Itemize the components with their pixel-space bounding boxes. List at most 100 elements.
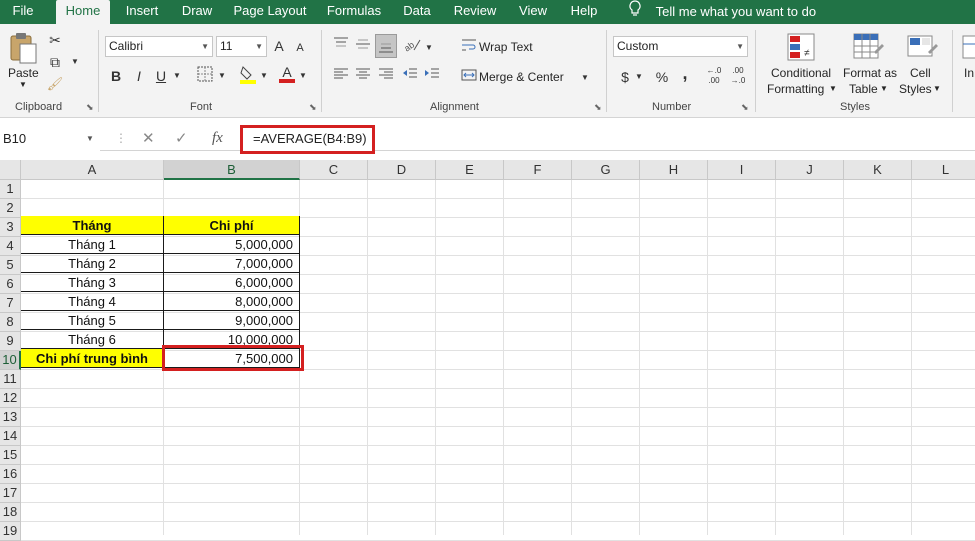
number-launcher-icon[interactable]: ⬊ — [741, 102, 749, 113]
row-header-13[interactable]: 13 — [0, 408, 21, 427]
row-header-8[interactable]: 8 — [0, 313, 21, 332]
underline-button[interactable]: U — [153, 66, 169, 86]
paste-icon[interactable] — [8, 32, 38, 69]
italic-button[interactable]: I — [131, 66, 147, 86]
cell-styles-button-line2[interactable]: Styles — [899, 82, 932, 96]
conditional-formatting-button-line2[interactable]: Formatting — [767, 82, 824, 96]
tab-view[interactable]: View — [516, 0, 550, 24]
tab-data[interactable]: Data — [400, 0, 434, 24]
tell-me-search[interactable]: Tell me what you want to do — [624, 0, 816, 24]
row-header-2[interactable]: 2 — [0, 199, 21, 218]
orientation-icon[interactable]: ab — [402, 36, 423, 56]
conditional-formatting-button[interactable]: Conditional — [771, 66, 831, 80]
wrap-text-button[interactable]: Wrap Text — [479, 40, 533, 54]
format-painter-icon[interactable]: 🖌 — [46, 74, 64, 94]
merge-center-button[interactable]: Merge & Center — [479, 70, 564, 84]
merge-center-icon[interactable] — [460, 67, 478, 87]
comma-button[interactable]: , — [678, 63, 692, 83]
font-color-chevron-icon[interactable]: ▼ — [298, 66, 308, 86]
row-header-1[interactable]: 1 — [0, 180, 21, 199]
paste-chevron-icon[interactable]: ▼ — [19, 80, 27, 89]
cut-icon[interactable]: ✂ — [46, 30, 64, 50]
row-header-17[interactable]: 17 — [0, 484, 21, 503]
column-header-g[interactable]: G — [572, 160, 640, 180]
align-middle-icon[interactable] — [354, 36, 372, 56]
copy-chevron-icon[interactable]: ▼ — [70, 52, 80, 72]
cell-a5[interactable]: Tháng 2 — [21, 254, 164, 273]
borders-icon[interactable] — [195, 66, 215, 86]
row-header-3[interactable]: 3 — [0, 218, 21, 237]
column-header-i[interactable]: I — [708, 160, 776, 180]
copy-icon[interactable]: ⧉ — [46, 52, 64, 72]
row-header-9[interactable]: 9 — [0, 332, 21, 351]
row-header-15[interactable]: 15 — [0, 446, 21, 465]
clipboard-launcher-icon[interactable]: ⬊ — [86, 102, 94, 113]
formula-input[interactable]: =AVERAGE(B4:B9) — [240, 125, 375, 154]
format-as-table-chevron-icon[interactable]: ▼ — [880, 84, 888, 93]
format-as-table-button[interactable]: Format as — [843, 66, 897, 80]
percent-button[interactable]: % — [654, 67, 670, 87]
row-header-19[interactable]: 19 — [0, 522, 21, 541]
row-header-7[interactable]: 7 — [0, 294, 21, 313]
column-header-h[interactable]: H — [640, 160, 708, 180]
cell-a7[interactable]: Tháng 4 — [21, 292, 164, 311]
cancel-icon[interactable]: ✕ — [142, 127, 155, 150]
column-header-j[interactable]: J — [776, 160, 844, 180]
decrease-decimal-button[interactable]: .00 →.0 — [728, 66, 748, 86]
number-format-combo[interactable]: Custom ▼ — [613, 36, 748, 57]
paste-button-label[interactable]: Paste — [8, 66, 39, 80]
currency-button[interactable]: $ — [618, 67, 632, 87]
cell-b5[interactable]: 7,000,000 — [164, 254, 300, 273]
alignment-launcher-icon[interactable]: ⬊ — [594, 102, 602, 113]
orientation-chevron-icon[interactable]: ▼ — [424, 38, 434, 58]
font-launcher-icon[interactable]: ⬊ — [309, 102, 317, 113]
increase-indent-icon[interactable] — [423, 66, 441, 86]
column-header-e[interactable]: E — [436, 160, 504, 180]
column-header-b[interactable]: B — [164, 160, 300, 180]
tab-file[interactable]: File — [6, 0, 40, 24]
align-bottom-icon[interactable] — [375, 34, 397, 58]
row-header-12[interactable]: 12 — [0, 389, 21, 408]
currency-chevron-icon[interactable]: ▼ — [634, 67, 644, 87]
column-header-f[interactable]: F — [504, 160, 572, 180]
cell-b6[interactable]: 6,000,000 — [164, 273, 300, 292]
select-all-corner[interactable] — [0, 160, 21, 180]
shrink-font-icon[interactable]: A — [293, 38, 307, 58]
tab-home[interactable]: Home — [56, 0, 110, 24]
cell-a9[interactable]: Tháng 6 — [21, 330, 164, 349]
tab-page-layout[interactable]: Page Layout — [233, 0, 307, 24]
align-center-icon[interactable] — [354, 66, 372, 86]
tab-formulas[interactable]: Formulas — [325, 0, 383, 24]
row-header-11[interactable]: 11 — [0, 370, 21, 389]
align-left-icon[interactable] — [332, 66, 350, 86]
enter-icon[interactable]: ✓ — [175, 127, 188, 150]
conditional-formatting-icon[interactable]: ≠ — [786, 32, 816, 67]
row-header-5[interactable]: 5 — [0, 256, 21, 275]
name-box-chevron-icon[interactable]: ▼ — [86, 127, 94, 150]
grow-font-icon[interactable]: A — [272, 36, 286, 56]
name-box[interactable]: B10 — [0, 127, 100, 151]
align-top-icon[interactable] — [332, 36, 350, 56]
conditional-formatting-chevron-icon[interactable]: ▼ — [829, 84, 837, 93]
insert-cells-icon[interactable] — [962, 34, 975, 65]
column-header-d[interactable]: D — [368, 160, 436, 180]
row-header-18[interactable]: 18 — [0, 503, 21, 522]
underline-chevron-icon[interactable]: ▼ — [172, 66, 182, 86]
format-as-table-button-line2[interactable]: Table — [849, 82, 878, 96]
row-header-16[interactable]: 16 — [0, 465, 21, 484]
cell-a10[interactable]: Chi phí trung bình — [21, 349, 164, 368]
fill-color-icon[interactable] — [238, 64, 258, 84]
column-header-k[interactable]: K — [844, 160, 912, 180]
wrap-text-icon[interactable] — [460, 37, 478, 57]
cell-b3[interactable]: Chi phí — [164, 216, 300, 235]
cell-a8[interactable]: Tháng 5 — [21, 311, 164, 330]
insert-function-icon[interactable]: fx — [212, 127, 223, 150]
bold-button[interactable]: B — [108, 66, 124, 86]
tab-insert[interactable]: Insert — [122, 0, 162, 24]
merge-chevron-icon[interactable]: ▼ — [580, 68, 590, 88]
format-as-table-icon[interactable] — [852, 32, 884, 67]
cell-styles-icon[interactable] — [906, 32, 938, 67]
column-header-a[interactable]: A — [21, 160, 164, 180]
column-header-c[interactable]: C — [300, 160, 368, 180]
tab-draw[interactable]: Draw — [178, 0, 216, 24]
